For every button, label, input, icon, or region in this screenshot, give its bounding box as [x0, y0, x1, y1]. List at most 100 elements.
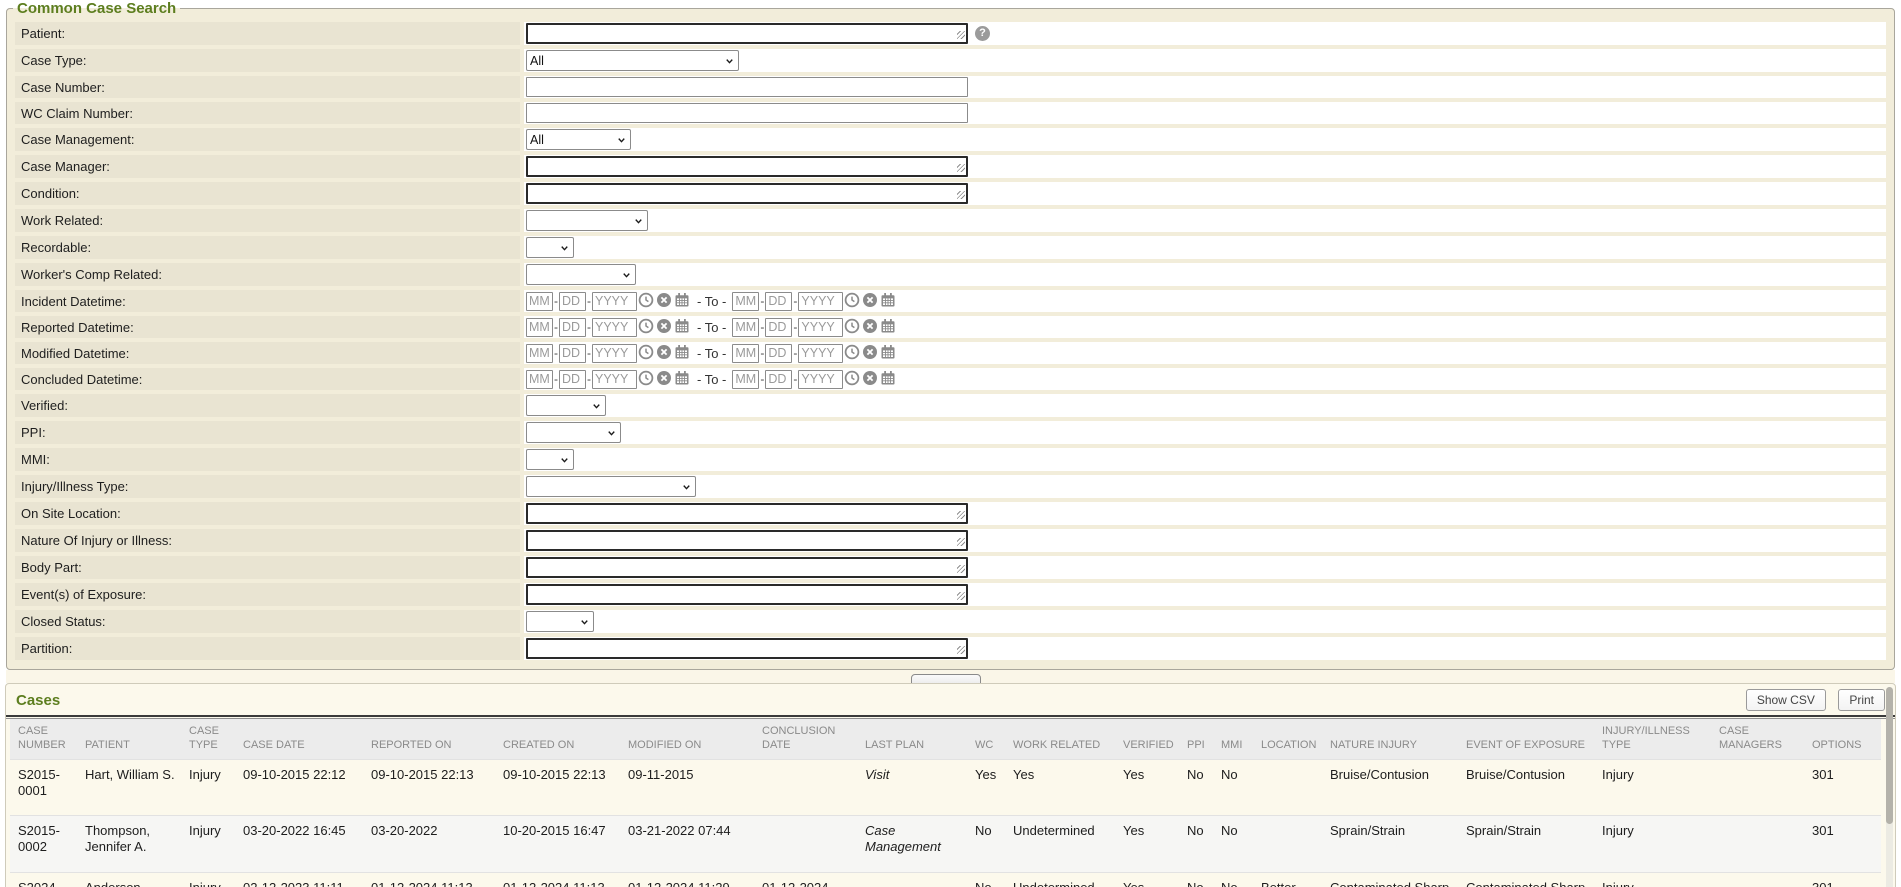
calendar-icon[interactable]	[674, 318, 690, 334]
cell-case-type: Injury	[187, 759, 241, 816]
reported-datetime-from-month-input[interactable]	[526, 318, 553, 337]
partition-textarea[interactable]	[526, 638, 968, 659]
verified-select[interactable]	[526, 395, 606, 416]
concluded-datetime-from-day-input[interactable]	[559, 370, 586, 389]
case-type-label: Case Type:	[15, 49, 520, 72]
cell-work-related: Undetermined	[1011, 872, 1121, 887]
body-part-label: Body Part:	[15, 556, 520, 579]
incident-datetime-to-month-input[interactable]	[732, 292, 759, 311]
wc-claim-number-input[interactable]	[526, 103, 968, 123]
clock-icon[interactable]	[638, 344, 654, 360]
cell-options: 301	[1810, 816, 1881, 873]
calendar-icon[interactable]	[880, 292, 896, 308]
calendar-icon[interactable]	[880, 370, 896, 386]
clear-icon[interactable]	[862, 370, 878, 386]
concluded-datetime-field-cell: --- To ---	[524, 368, 1886, 390]
concluded-datetime-from-year-input[interactable]	[592, 370, 637, 389]
clear-icon[interactable]	[862, 344, 878, 360]
injury-illness-type-select[interactable]	[526, 476, 696, 497]
closed-status-field-cell	[524, 610, 1886, 633]
modified-datetime-to-year-input[interactable]	[798, 344, 843, 363]
closed-status-select[interactable]	[526, 611, 594, 632]
clear-icon[interactable]	[656, 318, 672, 334]
clear-icon[interactable]	[862, 292, 878, 308]
help-icon[interactable]: ?	[975, 26, 990, 41]
events-of-exposure-textarea-wrap	[526, 584, 968, 605]
clear-icon[interactable]	[656, 370, 672, 386]
calendar-icon[interactable]	[674, 292, 690, 308]
ppi-select[interactable]	[526, 422, 621, 443]
on-site-location-textarea[interactable]	[526, 503, 968, 524]
concluded-datetime-from-month-input[interactable]	[526, 370, 553, 389]
cell-case-type: Injury NO	[187, 872, 241, 887]
clock-icon[interactable]	[844, 370, 860, 386]
clock-icon[interactable]	[638, 318, 654, 334]
reported-datetime-to-month-input[interactable]	[732, 318, 759, 337]
reported-datetime-from-year-input[interactable]	[592, 318, 637, 337]
case-number-input[interactable]	[526, 77, 968, 97]
condition-textarea[interactable]	[526, 183, 968, 204]
modified-datetime-to-day-input[interactable]	[765, 344, 792, 363]
incident-datetime-from-month-input[interactable]	[526, 292, 553, 311]
reported-datetime-from-day-input[interactable]	[559, 318, 586, 337]
clock-icon[interactable]	[638, 292, 654, 308]
case-manager-textarea[interactable]	[526, 156, 968, 177]
concluded-datetime-to-month-input[interactable]	[732, 370, 759, 389]
print-button[interactable]: Print	[1838, 689, 1885, 711]
cell-case-date: 03-20-2022 16:45	[241, 816, 369, 873]
incident-datetime-to-day-input[interactable]	[765, 292, 792, 311]
nature-of-injury-textarea[interactable]	[526, 530, 968, 551]
case-row-S2024-0001[interactable]: S2024-0001Anderson, FrederickInjury NO02…	[10, 872, 1881, 887]
show-csv-button[interactable]: Show CSV	[1746, 689, 1826, 711]
clear-icon[interactable]	[862, 318, 878, 334]
incident-datetime-from-year-input[interactable]	[592, 292, 637, 311]
clear-icon[interactable]	[656, 344, 672, 360]
work-related-select[interactable]	[526, 210, 648, 231]
calendar-icon[interactable]	[674, 344, 690, 360]
search-button[interactable]	[911, 674, 981, 683]
verified-select-wrap	[526, 395, 606, 416]
calendar-icon[interactable]	[880, 318, 896, 334]
modified-datetime-label: Modified Datetime:	[15, 342, 520, 364]
form-row-case-type: Case Type: All	[15, 49, 1886, 72]
column-header-injury-illness-type: INJURY/ILLNESS TYPE	[1600, 719, 1717, 759]
cell-created-on: 01-12-2024 11:13	[501, 872, 626, 887]
events-of-exposure-textarea[interactable]	[526, 584, 968, 605]
body-part-textarea[interactable]	[526, 557, 968, 578]
form-row-wc-claim-number: WC Claim Number:	[15, 102, 1886, 124]
incident-datetime-to-year-input[interactable]	[798, 292, 843, 311]
case-type-select[interactable]: All	[526, 50, 739, 71]
case-row-S2015-0002[interactable]: S2015-0002Thompson, Jennifer A.Injury03-…	[10, 816, 1881, 873]
reported-datetime-to-day-input[interactable]	[765, 318, 792, 337]
cell-case-date: 02-12-2023 11:11	[241, 872, 369, 887]
clock-icon[interactable]	[638, 370, 654, 386]
calendar-icon[interactable]	[880, 344, 896, 360]
patient-textarea[interactable]	[526, 23, 968, 44]
workers-comp-related-select-wrap	[526, 264, 636, 285]
column-header-conclusion-date: CONCLUSION DATE	[760, 719, 863, 759]
concluded-datetime-to-day-input[interactable]	[765, 370, 792, 389]
cell-last-plan: Visit	[863, 759, 973, 816]
cases-scrollbar[interactable]	[1886, 687, 1893, 887]
case-row-S2015-0001[interactable]: S2015-0001Hart, William S.Injury09-10-20…	[10, 759, 1881, 816]
modified-datetime-from-month-input[interactable]	[526, 344, 553, 363]
modified-datetime-from-year-input[interactable]	[592, 344, 637, 363]
concluded-datetime-to-year-input[interactable]	[798, 370, 843, 389]
incident-datetime-from-day-input[interactable]	[559, 292, 586, 311]
clear-icon[interactable]	[656, 292, 672, 308]
cases-section: Cases Show CSV Print CASE NUMBERPATIENTC…	[5, 683, 1896, 887]
reported-datetime-to-year-input[interactable]	[798, 318, 843, 337]
modified-datetime-to-month-input[interactable]	[732, 344, 759, 363]
modified-datetime-from-day-input[interactable]	[559, 344, 586, 363]
calendar-icon[interactable]	[674, 370, 690, 386]
cases-scrollbar-thumb[interactable]	[1886, 687, 1893, 824]
clock-icon[interactable]	[844, 344, 860, 360]
mmi-select[interactable]	[526, 449, 574, 470]
cell-case-number: S2024-0001	[10, 872, 83, 887]
clock-icon[interactable]	[844, 292, 860, 308]
recordable-select[interactable]	[526, 237, 574, 258]
workers-comp-related-select[interactable]	[526, 264, 636, 285]
clock-icon[interactable]	[844, 318, 860, 334]
patient-textarea-wrap	[526, 23, 968, 44]
case-management-select[interactable]: All	[526, 129, 631, 150]
